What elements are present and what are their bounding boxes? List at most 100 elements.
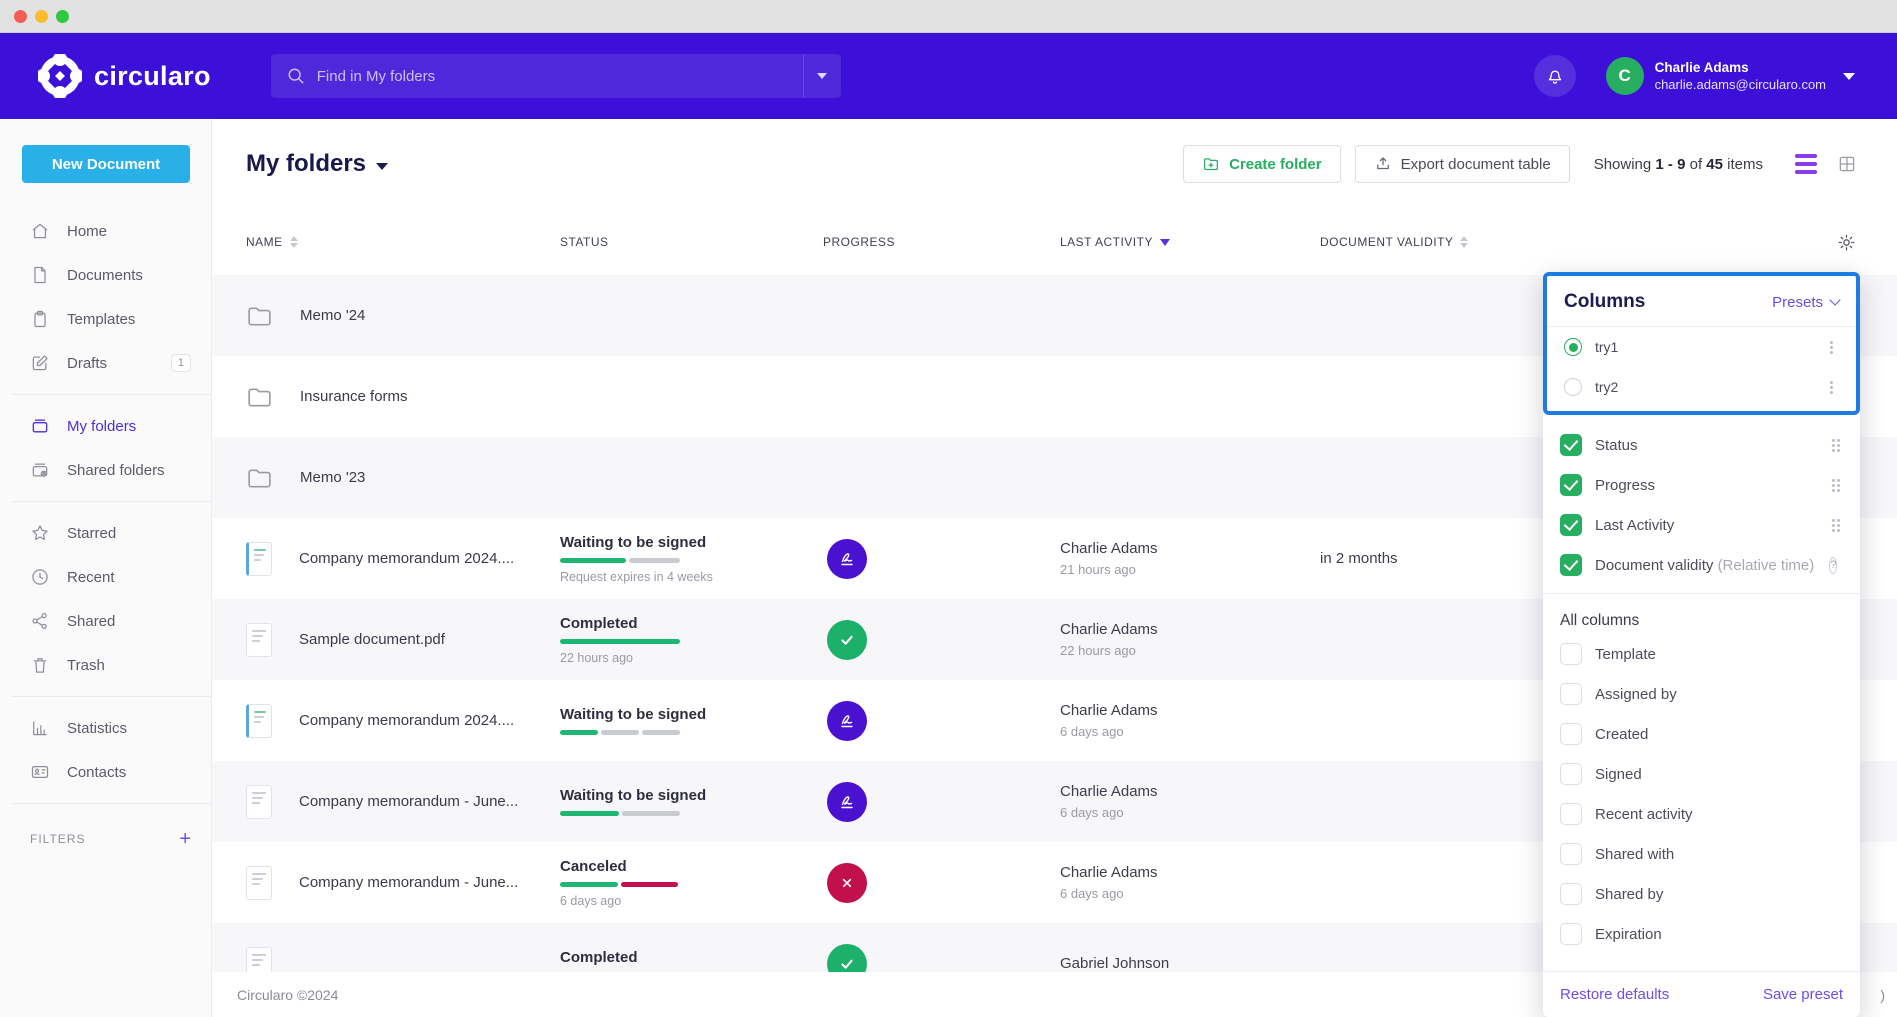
- add-filter-button[interactable]: +: [179, 829, 191, 849]
- column-toggle-shared-with[interactable]: Shared with: [1543, 834, 1860, 874]
- column-header-last-activity[interactable]: LAST ACTIVITY: [1060, 235, 1320, 249]
- checkbox-checked[interactable]: [1560, 474, 1582, 496]
- column-header-progress[interactable]: PROGRESS: [823, 235, 1060, 249]
- column-header-name[interactable]: NAME: [246, 235, 560, 249]
- search-input[interactable]: [317, 68, 803, 85]
- list-view-toggle[interactable]: [1795, 154, 1817, 174]
- drag-handle-icon[interactable]: [1832, 519, 1835, 522]
- grid-view-toggle[interactable]: [1837, 154, 1857, 174]
- sidebar-item-statistics[interactable]: Statistics: [0, 706, 211, 750]
- column-toggle-template[interactable]: Template: [1543, 634, 1860, 674]
- column-settings-button[interactable]: [1837, 233, 1897, 252]
- clock-icon: [30, 567, 50, 587]
- radio-unselected[interactable]: [1564, 378, 1582, 396]
- status-sublabel: 22 hours ago: [560, 651, 793, 665]
- presets-dropdown[interactable]: Presets: [1772, 294, 1839, 311]
- occluded-text-fragment: ): [1880, 987, 1885, 1003]
- user-menu[interactable]: C Charlie Adams charlie.adams@circularo.…: [1606, 57, 1855, 95]
- status-sublabel: 6 days ago: [560, 894, 793, 908]
- column-label: Shared with: [1595, 846, 1674, 863]
- activity-time: 6 days ago: [1060, 724, 1320, 739]
- kebab-menu-icon[interactable]: [1830, 341, 1833, 344]
- all-columns-label: All columns: [1543, 602, 1860, 634]
- sidebar-item-my-folders[interactable]: My folders: [0, 404, 211, 448]
- global-search: [271, 54, 841, 98]
- column-toggle-document-validity[interactable]: Document validity (Relative time) ?: [1543, 545, 1860, 585]
- share-icon: [30, 611, 50, 631]
- window-zoom-button[interactable]: [56, 10, 69, 23]
- sidebar-item-shared[interactable]: Shared: [0, 599, 211, 643]
- search-scope-dropdown[interactable]: [803, 54, 841, 98]
- status-label: Waiting to be signed: [560, 787, 793, 804]
- window-minimize-button[interactable]: [35, 10, 48, 23]
- export-icon: [1374, 155, 1392, 173]
- sidebar-item-contacts[interactable]: Contacts: [0, 750, 211, 794]
- save-preset-link[interactable]: Save preset: [1763, 986, 1843, 1003]
- column-toggle-shared-by[interactable]: Shared by: [1543, 874, 1860, 914]
- sidebar-item-documents[interactable]: Documents: [0, 253, 211, 297]
- document-icon: [30, 265, 50, 285]
- checkbox-unchecked[interactable]: [1560, 883, 1582, 905]
- checkbox-unchecked[interactable]: [1560, 683, 1582, 705]
- drag-handle-icon[interactable]: [1832, 479, 1835, 482]
- preset-option-try1[interactable]: try1: [1547, 327, 1856, 367]
- preset-option-try2[interactable]: try2: [1547, 367, 1856, 407]
- window-close-button[interactable]: [14, 10, 27, 23]
- sidebar-item-trash[interactable]: Trash: [0, 643, 211, 687]
- create-folder-button[interactable]: Create folder: [1183, 145, 1341, 183]
- column-header-status[interactable]: STATUS: [560, 235, 823, 249]
- checkbox-unchecked[interactable]: [1560, 723, 1582, 745]
- column-header-document-validity[interactable]: DOCUMENT VALIDITY: [1320, 235, 1837, 249]
- new-document-button[interactable]: New Document: [22, 145, 190, 183]
- edit-icon: [30, 353, 50, 373]
- row-name: Company memorandum 2024....: [299, 712, 514, 729]
- sidebar-item-shared-folders[interactable]: Shared folders: [0, 448, 211, 492]
- column-toggle-signed[interactable]: Signed: [1543, 754, 1860, 794]
- sidebar-item-home[interactable]: Home: [0, 209, 211, 253]
- column-label: Signed: [1595, 766, 1642, 783]
- radio-selected[interactable]: [1564, 338, 1582, 356]
- checkbox-checked[interactable]: [1560, 434, 1582, 456]
- row-name: Company memorandum - June...: [299, 793, 518, 810]
- notifications-button[interactable]: [1534, 55, 1576, 97]
- column-label: Expiration: [1595, 926, 1662, 943]
- checkbox-unchecked[interactable]: [1560, 923, 1582, 945]
- drag-handle-icon[interactable]: [1832, 439, 1835, 442]
- column-label: Status: [1595, 437, 1638, 454]
- checkbox-unchecked[interactable]: [1560, 763, 1582, 785]
- column-label: Progress: [1595, 477, 1655, 494]
- page-title[interactable]: My folders: [246, 150, 388, 178]
- column-toggle-last-activity[interactable]: Last Activity: [1543, 505, 1860, 545]
- checkbox-unchecked[interactable]: [1560, 643, 1582, 665]
- column-label: Template: [1595, 646, 1656, 663]
- content-toolbar: My folders Create folder Export document…: [212, 119, 1897, 209]
- table-header: NAME STATUS PROGRESS LAST ACTIVITY DOCUM…: [212, 209, 1897, 275]
- export-document-table-button[interactable]: Export document table: [1355, 145, 1570, 183]
- filters-label: FILTERS: [30, 832, 85, 846]
- activity-time: 6 days ago: [1060, 886, 1320, 901]
- column-toggle-progress[interactable]: Progress: [1543, 465, 1860, 505]
- star-icon: [30, 523, 50, 543]
- column-toggle-assigned-by[interactable]: Assigned by: [1543, 674, 1860, 714]
- help-icon[interactable]: ?: [1829, 557, 1837, 574]
- checkbox-unchecked[interactable]: [1560, 803, 1582, 825]
- checkbox-checked[interactable]: [1560, 514, 1582, 536]
- checkbox-unchecked[interactable]: [1560, 843, 1582, 865]
- restore-defaults-link[interactable]: Restore defaults: [1560, 986, 1669, 1003]
- progress-bar: [560, 882, 680, 887]
- kebab-menu-icon[interactable]: [1830, 381, 1833, 384]
- column-toggle-recent-activity[interactable]: Recent activity: [1543, 794, 1860, 834]
- sidebar-item-recent[interactable]: Recent: [0, 555, 211, 599]
- checkbox-checked[interactable]: [1560, 554, 1582, 576]
- sidebar-item-label: Starred: [67, 525, 116, 542]
- canceled-status-icon: [827, 863, 867, 903]
- column-label: Shared by: [1595, 886, 1663, 903]
- column-toggle-status[interactable]: Status: [1543, 425, 1860, 465]
- sidebar-item-starred[interactable]: Starred: [0, 511, 211, 555]
- sidebar-item-drafts[interactable]: Drafts 1: [0, 341, 211, 385]
- sidebar-item-templates[interactable]: Templates: [0, 297, 211, 341]
- column-toggle-expiration[interactable]: Expiration: [1543, 914, 1860, 954]
- brand-logo[interactable]: circularo: [38, 54, 211, 98]
- signature-status-icon: [827, 539, 867, 579]
- column-toggle-created[interactable]: Created: [1543, 714, 1860, 754]
